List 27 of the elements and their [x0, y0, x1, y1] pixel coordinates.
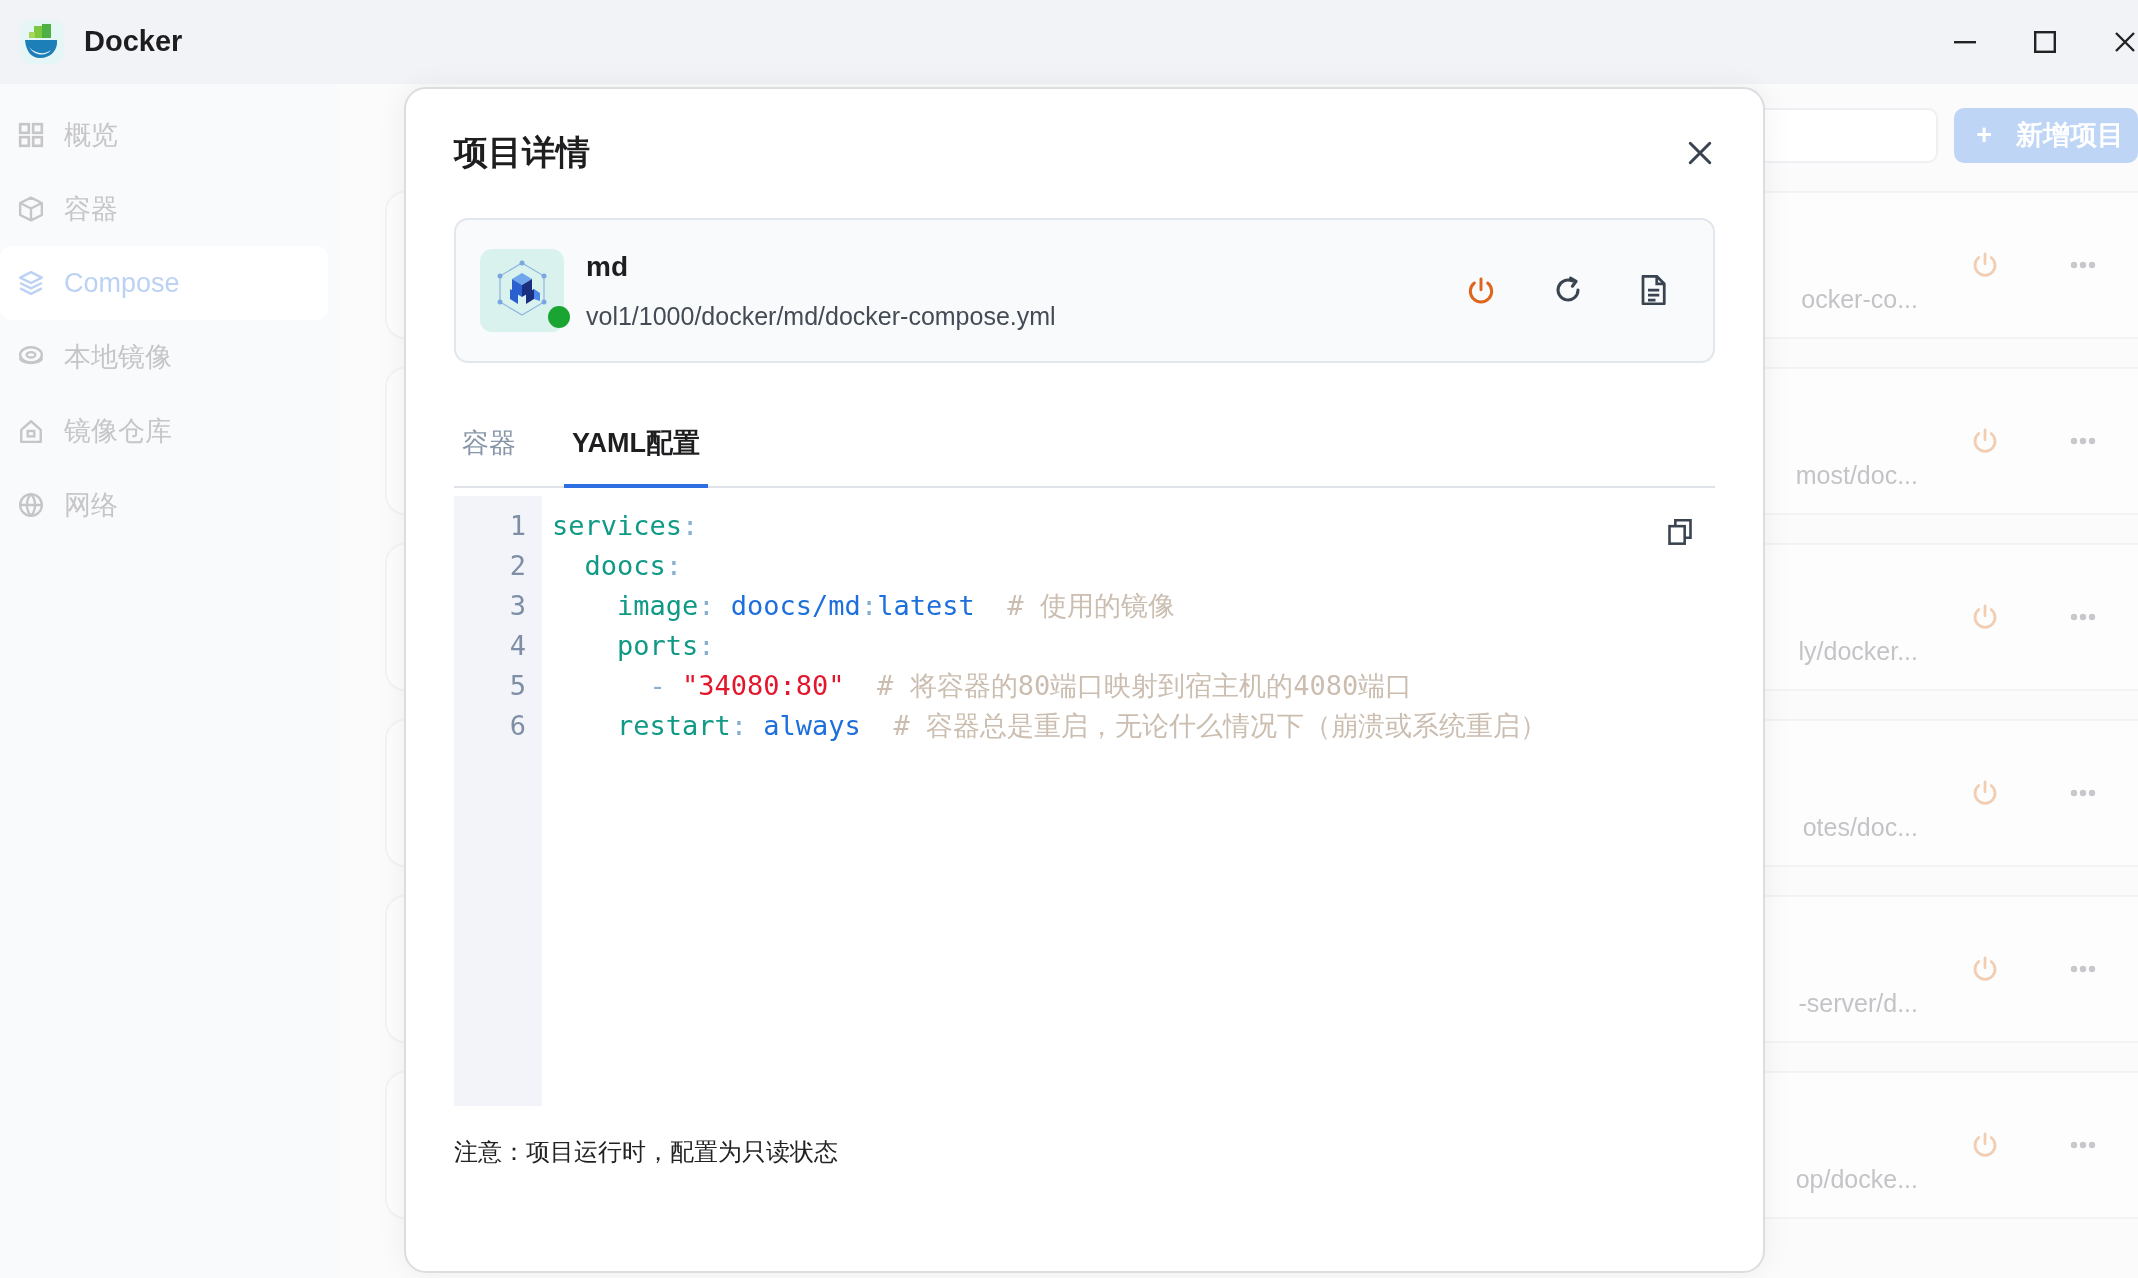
project-path: -server/d... — [1798, 988, 1918, 1020]
dialog-title: 项目详情 — [454, 132, 590, 173]
project-path: ocker-co... — [1801, 284, 1918, 316]
sidebar-item[interactable]: Compose — [0, 246, 328, 320]
code-line: services: — [552, 508, 700, 543]
tab[interactable]: 容器 — [454, 423, 524, 488]
window-title: Docker — [84, 24, 183, 60]
note-text: 注意：项目运行时，配置为只读状态 — [454, 1136, 839, 1167]
line-number: 3 — [508, 588, 527, 623]
code-line: ports: — [616, 628, 716, 663]
code-line: restart: always # 容器总是重启，无论什么情况下（崩溃或系统重启） — [616, 708, 1547, 743]
project-name: md — [586, 249, 629, 284]
code-line: image: doocs/md:latest # 使用的镜像 — [616, 588, 1176, 623]
project-path: most/doc... — [1795, 460, 1918, 492]
project-path: op/docke... — [1795, 1164, 1918, 1196]
line-number: 2 — [508, 548, 527, 583]
tab[interactable]: YAML配置 — [564, 423, 708, 488]
project-path: ly/docker... — [1798, 636, 1918, 668]
line-number: 1 — [508, 508, 527, 543]
line-number: 6 — [508, 708, 527, 743]
project-path: vol1/1000/docker/md/docker-compose.yml — [586, 300, 1056, 332]
code-line: - "34080:80" # 将容器的80端口映射到宿主机的4080端口 — [648, 668, 1414, 703]
code-line: doocs: — [583, 548, 684, 583]
line-number: 4 — [508, 628, 527, 663]
add-project-button[interactable]: + 新增项目 — [1954, 108, 2138, 163]
line-number: 5 — [508, 668, 527, 703]
project-path: otes/doc... — [1802, 812, 1918, 844]
